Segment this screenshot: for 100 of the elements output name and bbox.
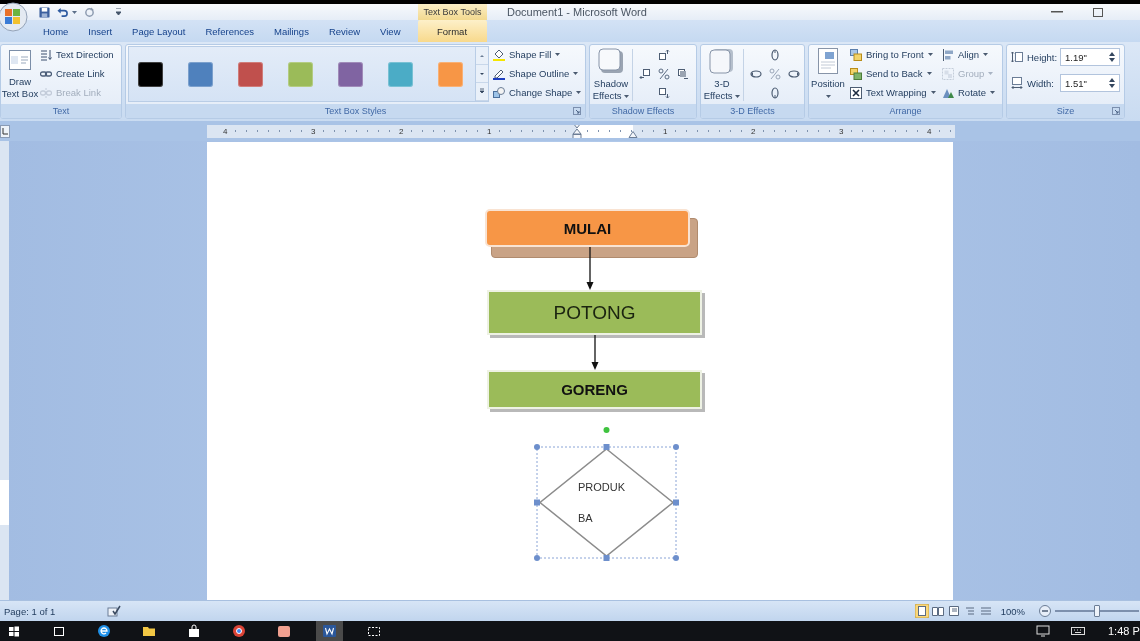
proofing-check-icon[interactable] — [107, 605, 122, 617]
tilt-down-icon[interactable] — [768, 86, 781, 99]
monitor-icon[interactable] — [1036, 625, 1050, 637]
circle-logo-icon[interactable] — [232, 624, 246, 638]
indent-marker-icon[interactable] — [628, 129, 638, 138]
group-objects-icon — [942, 67, 954, 80]
nudge-down-icon[interactable] — [657, 86, 670, 99]
keyboard-icon[interactable] — [1071, 625, 1085, 637]
bring-forward-icon — [850, 48, 862, 61]
process-box[interactable]: GORENG — [487, 370, 705, 412]
send-backward-icon — [850, 67, 862, 80]
style-swatch[interactable] — [288, 61, 313, 87]
resize-handle[interactable] — [603, 555, 610, 561]
ribbon-tab[interactable]: Format — [417, 20, 487, 42]
ruler-number: 4 — [926, 126, 933, 136]
clock[interactable]: 1:48 P — [1108, 625, 1140, 637]
caret-icon[interactable] — [72, 10, 77, 14]
resize-handle[interactable] — [673, 499, 679, 506]
style-swatch[interactable] — [188, 61, 213, 87]
box-label: GORENG — [561, 381, 628, 398]
ribbon-tab[interactable]: References — [195, 20, 265, 42]
app-tile-icon[interactable] — [277, 624, 291, 638]
ruler-number: 3 — [310, 126, 317, 136]
ribbon-tab[interactable]: View — [370, 20, 411, 42]
ribbon-command[interactable]: Change Shape — [493, 83, 582, 102]
minimize-button[interactable] — [1051, 11, 1063, 13]
zoom-level[interactable]: 100% — [1000, 605, 1025, 617]
resize-handle[interactable] — [534, 444, 540, 450]
shopping-bag-icon[interactable] — [187, 624, 201, 638]
ribbon-tab[interactable]: Page Layout — [122, 20, 196, 42]
indent-marker-icon[interactable] — [572, 124, 582, 138]
box-label: POTONG — [553, 301, 636, 324]
zoom-thumb[interactable] — [1094, 605, 1100, 617]
style-swatch[interactable] — [438, 61, 463, 87]
spinner-icon — [1109, 78, 1115, 88]
customize-caret-icon[interactable] — [116, 8, 121, 16]
resize-handle[interactable] — [603, 444, 610, 450]
tilt-right-icon[interactable] — [787, 67, 800, 80]
zoom-out-button[interactable] — [1039, 605, 1051, 617]
nudge-right-icon[interactable] — [676, 67, 689, 80]
caret-icon — [735, 95, 741, 98]
size-field[interactable]: 1.51" — [1060, 74, 1120, 92]
ribbon-command[interactable]: Send to Back — [850, 64, 942, 83]
ribbon-tab[interactable]: Insert — [78, 20, 123, 42]
style-swatch[interactable] — [238, 61, 263, 87]
resize-handle[interactable] — [534, 499, 540, 506]
tab-stop-icon[interactable] — [0, 124, 10, 138]
ruler-number: 1 — [486, 126, 493, 136]
3-d-effects-button[interactable]: 3-D Effects — [702, 45, 742, 102]
dialog-launcher-icon[interactable] — [573, 107, 581, 115]
windows-icon[interactable] — [7, 624, 21, 638]
percent-icon[interactable] — [657, 67, 670, 80]
height-icon — [1011, 51, 1023, 63]
style-swatch[interactable] — [138, 61, 163, 87]
ribbon-command[interactable]: Shape Fill — [493, 45, 582, 64]
resize-handle[interactable] — [673, 444, 679, 450]
draw-text-box-button[interactable]: Draw Text Box — [1, 45, 39, 100]
ribbon-command[interactable]: Rotate — [942, 83, 1002, 102]
ribbon-command[interactable]: Align — [942, 45, 1002, 64]
context-tab-header: Text Box Tools — [418, 4, 487, 20]
width-icon — [1011, 77, 1023, 89]
style-swatch[interactable] — [338, 61, 363, 87]
ribbon-command[interactable]: Shape Outline — [493, 64, 582, 83]
dialog-launcher-icon[interactable] — [1112, 107, 1120, 115]
tilt-left-icon[interactable] — [749, 67, 762, 80]
ruler-number: 3 — [838, 126, 845, 136]
dashed-rectangle-icon[interactable] — [367, 624, 381, 638]
ribbon-command[interactable]: Text Direction — [40, 45, 114, 64]
ribbon-command[interactable]: Bring to Front — [850, 45, 942, 64]
ribbon-command[interactable]: Create Link — [40, 64, 114, 83]
text-wrap-icon — [850, 86, 862, 99]
style-swatch[interactable] — [388, 61, 413, 87]
page-view-icon[interactable] — [914, 604, 929, 618]
document-app-icon[interactable] — [315, 621, 343, 641]
shadow-effects-button[interactable]: Shadow Effects — [591, 45, 631, 102]
tilt-up-icon[interactable] — [768, 48, 781, 61]
position-button[interactable]: Position — [809, 45, 847, 102]
group-label: Arrange — [809, 104, 1002, 118]
ribbon-tab[interactable]: Review — [318, 20, 371, 42]
ribbon-tab[interactable]: Home — [33, 20, 79, 42]
nudge-left-icon[interactable] — [638, 67, 651, 80]
browser-icon[interactable] — [97, 624, 111, 638]
redo-icon[interactable] — [84, 6, 95, 18]
task-view-icon[interactable] — [52, 624, 66, 638]
size-field[interactable]: 1.19" — [1060, 48, 1120, 66]
page-count[interactable]: Page: 1 of 1 — [4, 605, 56, 617]
resize-handle[interactable] — [673, 555, 679, 561]
nudge-up-icon[interactable] — [657, 48, 670, 61]
folder-icon[interactable] — [142, 624, 156, 638]
process-box[interactable]: POTONG — [487, 290, 705, 338]
maximize-button[interactable] — [1093, 7, 1103, 17]
undo-icon[interactable] — [57, 6, 68, 18]
ribbon-tab[interactable]: Mailings — [264, 20, 319, 42]
save-icon[interactable] — [39, 6, 50, 18]
ribbon-command[interactable]: Text Wrapping — [850, 83, 942, 102]
book-view-icon[interactable] — [930, 604, 945, 618]
gallery-more-button[interactable] — [476, 83, 488, 101]
resize-handle[interactable] — [534, 555, 540, 561]
rotate-handle[interactable] — [603, 427, 610, 433]
web-view-icon[interactable] — [946, 604, 961, 618]
